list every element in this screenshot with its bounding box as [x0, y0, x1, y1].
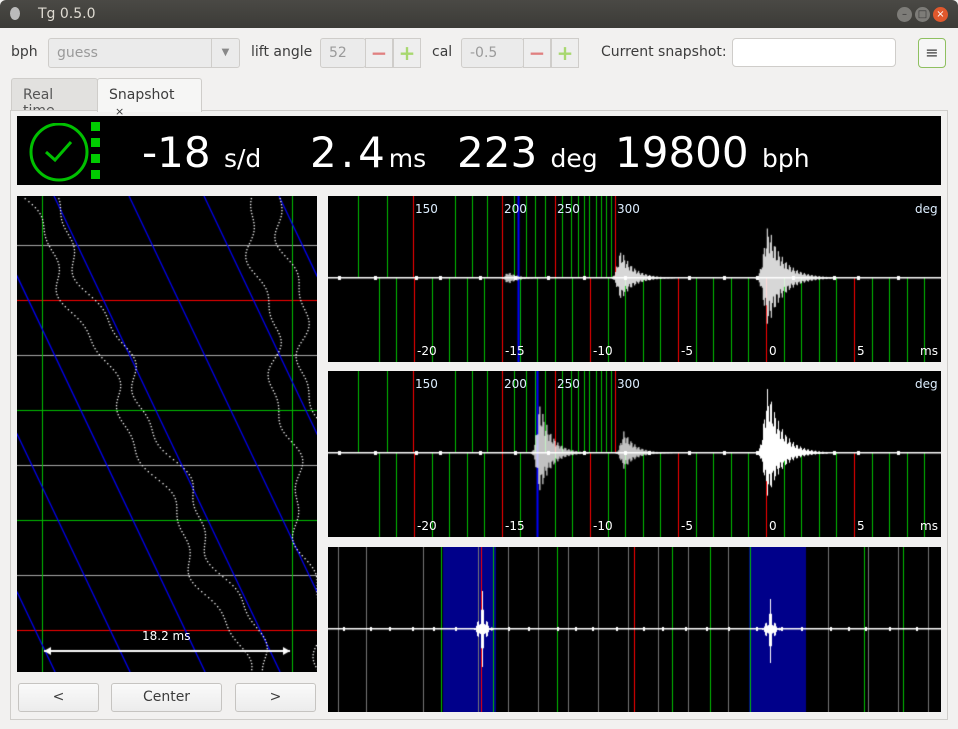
degree-tick-label: 150 [415, 377, 438, 391]
clock-ok-icon [29, 123, 89, 182]
ms-tick-label: -10 [593, 344, 613, 358]
bph-combobox[interactable]: guess ▼ [48, 38, 240, 68]
degree-tick-label: 150 [415, 202, 438, 216]
degree-tick-label: 300 [617, 202, 640, 216]
snapshot-name-input[interactable] [732, 38, 896, 67]
cal-input[interactable]: -0.5 [461, 38, 524, 68]
period-waveform-panel [328, 547, 941, 712]
amplitude-value: 223 [457, 128, 538, 177]
app-icon [10, 7, 20, 20]
rate-unit: s/d [223, 144, 262, 173]
bph-readout-value: 19800 [615, 128, 749, 177]
ms-tick-label: -20 [417, 344, 437, 358]
ms-tick-label: 5 [857, 344, 865, 358]
tic-waveform-panel [328, 196, 941, 362]
rate-readout: -18 s/d [142, 128, 261, 177]
ms-tick-label: -10 [593, 519, 613, 533]
minimize-button[interactable]: – [897, 7, 912, 22]
tab-close-icon[interactable]: × [115, 105, 124, 118]
rate-value: -18 [142, 128, 211, 177]
close-button[interactable]: × [933, 7, 948, 22]
lift-angle-label: lift angle [251, 44, 313, 60]
amplitude-unit: deg [550, 144, 598, 173]
bph-label: bph [11, 44, 38, 60]
menu-button[interactable]: ≡ [918, 38, 946, 68]
previous-button[interactable]: < [18, 683, 99, 712]
degree-tick-label: 200 [504, 202, 527, 216]
degree-tick-label: 200 [504, 377, 527, 391]
degree-tick-label: 250 [557, 377, 580, 391]
next-button[interactable]: > [235, 683, 316, 712]
toc-waveform [328, 371, 941, 537]
degree-tick-label: 250 [557, 202, 580, 216]
amplitude-readout: 223 deg [457, 128, 598, 177]
ms-tick-label: -15 [505, 519, 525, 533]
signal-level-bar [91, 138, 100, 147]
ms-tick-label: -5 [681, 344, 693, 358]
degree-unit-label: deg [915, 202, 938, 216]
lift-angle-input[interactable]: 52 [320, 38, 366, 68]
signal-level-bar [91, 170, 100, 179]
snapshot-label: Current snapshot: [601, 44, 727, 60]
tab-real-time[interactable]: Real time [11, 78, 98, 119]
tab-label: Snapshot [109, 87, 175, 103]
ms-tick-label: 0 [769, 344, 777, 358]
signal-level-bar [91, 122, 100, 131]
ms-tick-label: -20 [417, 519, 437, 533]
cal-decrement[interactable]: − [523, 38, 551, 68]
beat-error-unit: ms [388, 144, 427, 173]
lift-angle-decrement[interactable]: − [365, 38, 393, 68]
period-waveform [328, 547, 941, 712]
bph-readout: 19800 bph [615, 128, 810, 177]
ms-tick-label: -15 [505, 344, 525, 358]
paperstrip-span-label: 18.2 ms [142, 629, 191, 643]
title-bar: Tg 0.5.0 – □ × [0, 0, 958, 28]
lift-angle-increment[interactable]: + [393, 38, 421, 68]
paperstrip-chart[interactable] [17, 196, 317, 672]
toc-waveform-panel [328, 371, 941, 537]
ms-unit-label: ms [920, 344, 938, 358]
beat-error-value: 2.4 [310, 128, 389, 177]
signal-level-bar [91, 154, 100, 163]
center-button[interactable]: Center [111, 683, 222, 712]
ms-unit-label: ms [920, 519, 938, 533]
tic-waveform [328, 196, 941, 362]
cal-label: cal [432, 44, 453, 60]
ms-tick-label: 5 [857, 519, 865, 533]
ms-tick-label: -5 [681, 519, 693, 533]
chevron-down-icon[interactable]: ▼ [211, 39, 239, 67]
cal-increment[interactable]: + [551, 38, 579, 68]
bph-readout-unit: bph [761, 144, 810, 173]
ms-tick-label: 0 [769, 519, 777, 533]
window-title: Tg 0.5.0 [38, 6, 96, 22]
tab-snapshot[interactable]: Snapshot × [97, 78, 202, 118]
beat-error-readout: 2.4ms [310, 128, 426, 177]
degree-unit-label: deg [915, 377, 938, 391]
maximize-button[interactable]: □ [915, 7, 930, 22]
bph-value: guess [57, 45, 98, 61]
degree-tick-label: 300 [617, 377, 640, 391]
